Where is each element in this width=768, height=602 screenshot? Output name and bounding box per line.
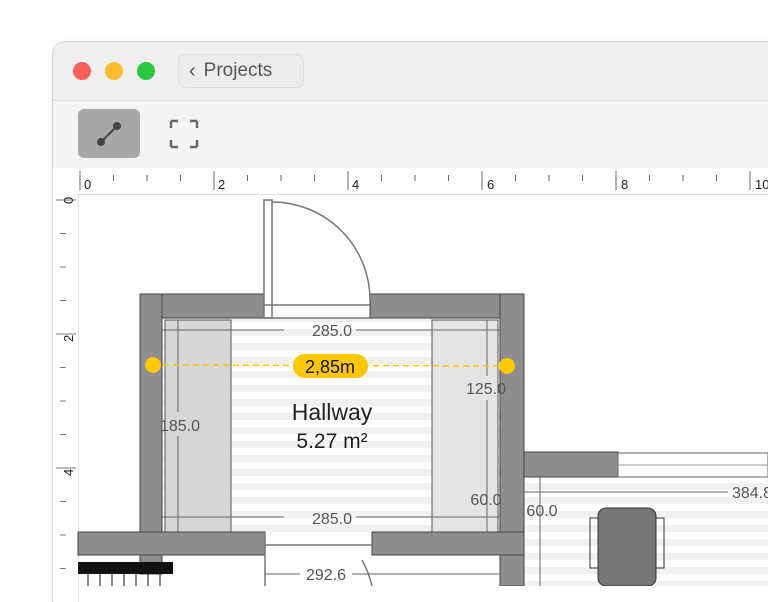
- ruler-label: 6: [487, 177, 494, 192]
- ruler-label: 0: [84, 177, 91, 192]
- ruler-label: 2: [218, 177, 225, 192]
- radiator-fins: [87, 574, 161, 586]
- measurement-handle-end[interactable]: [499, 358, 515, 374]
- dimension-label: 185.0: [160, 418, 200, 435]
- ruler-label: 4: [352, 177, 359, 192]
- ruler-label: 10: [755, 177, 768, 192]
- dimension-label: 285.0: [312, 323, 352, 340]
- radiator: [78, 562, 173, 574]
- floor-plan-canvas[interactable]: 0 2 4 6 8 10 0 2 4 285.0 285.0 185.0 125…: [0, 0, 768, 586]
- room-area: 5.27 m²: [296, 430, 367, 453]
- ruler-label: 0: [61, 197, 76, 204]
- dimension-label: 285.0: [312, 511, 352, 528]
- dimension-label: 292.6: [306, 567, 346, 584]
- measurement-label: 2,85m: [305, 357, 355, 377]
- dimension-label: 384.8: [732, 485, 768, 502]
- ruler-label: 2: [61, 335, 76, 342]
- ruler-label: 8: [621, 177, 628, 192]
- ruler-label: 4: [61, 469, 76, 476]
- measurement-handle-start[interactable]: [145, 357, 161, 373]
- dimension-label: 125.0: [466, 381, 506, 398]
- dimension-label: 60.0: [526, 503, 557, 520]
- armchair: [589, 507, 665, 586]
- room-name: Hallway: [292, 399, 373, 425]
- dimension-label: 60.0: [470, 492, 501, 509]
